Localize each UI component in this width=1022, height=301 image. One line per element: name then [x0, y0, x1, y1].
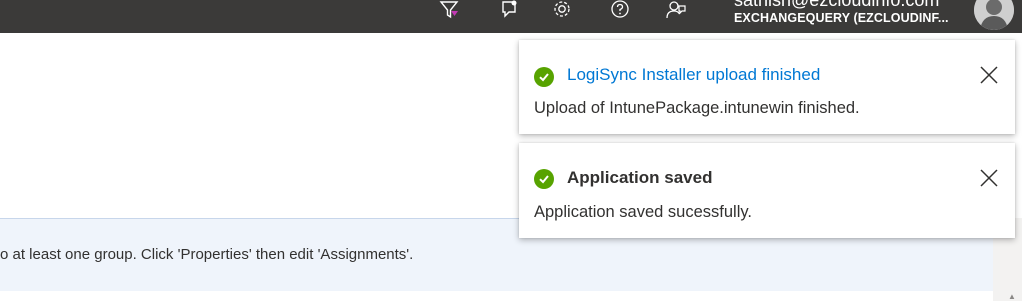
settings-icon[interactable]	[549, 0, 575, 20]
scroll-up-icon[interactable]: ▲	[1008, 292, 1016, 301]
close-icon[interactable]	[979, 168, 999, 188]
avatar[interactable]	[974, 0, 1014, 30]
feedback-icon[interactable]	[663, 0, 689, 20]
account-tenant: EXCHANGEQUERY (EZCLOUDINF...	[734, 11, 949, 25]
notification-toast: Application saved Application saved suce…	[519, 143, 1015, 238]
notification-message: Upload of IntunePackage.intunewin finish…	[534, 99, 860, 117]
success-check-icon	[534, 169, 554, 189]
close-icon[interactable]	[979, 65, 999, 85]
notification-message: Application saved sucessfully.	[534, 203, 752, 221]
info-banner-text: o at least one group. Click 'Properties'…	[0, 246, 414, 263]
notification-title-link[interactable]: LogiSync Installer upload finished	[567, 65, 820, 85]
top-navigation-bar: sathish@ezcloudinfo.com EXCHANGEQUERY (E…	[0, 0, 1022, 33]
notifications-icon[interactable]	[496, 0, 522, 20]
success-check-icon	[534, 67, 554, 87]
notification-title: Application saved	[567, 168, 713, 187]
help-icon[interactable]	[607, 0, 633, 20]
notification-toast: LogiSync Installer upload finished Uploa…	[519, 40, 1015, 134]
account-menu[interactable]: sathish@ezcloudinfo.com EXCHANGEQUERY (E…	[734, 0, 964, 33]
account-user: sathish@ezcloudinfo.com	[734, 0, 940, 10]
funnel-icon[interactable]	[436, 0, 462, 20]
